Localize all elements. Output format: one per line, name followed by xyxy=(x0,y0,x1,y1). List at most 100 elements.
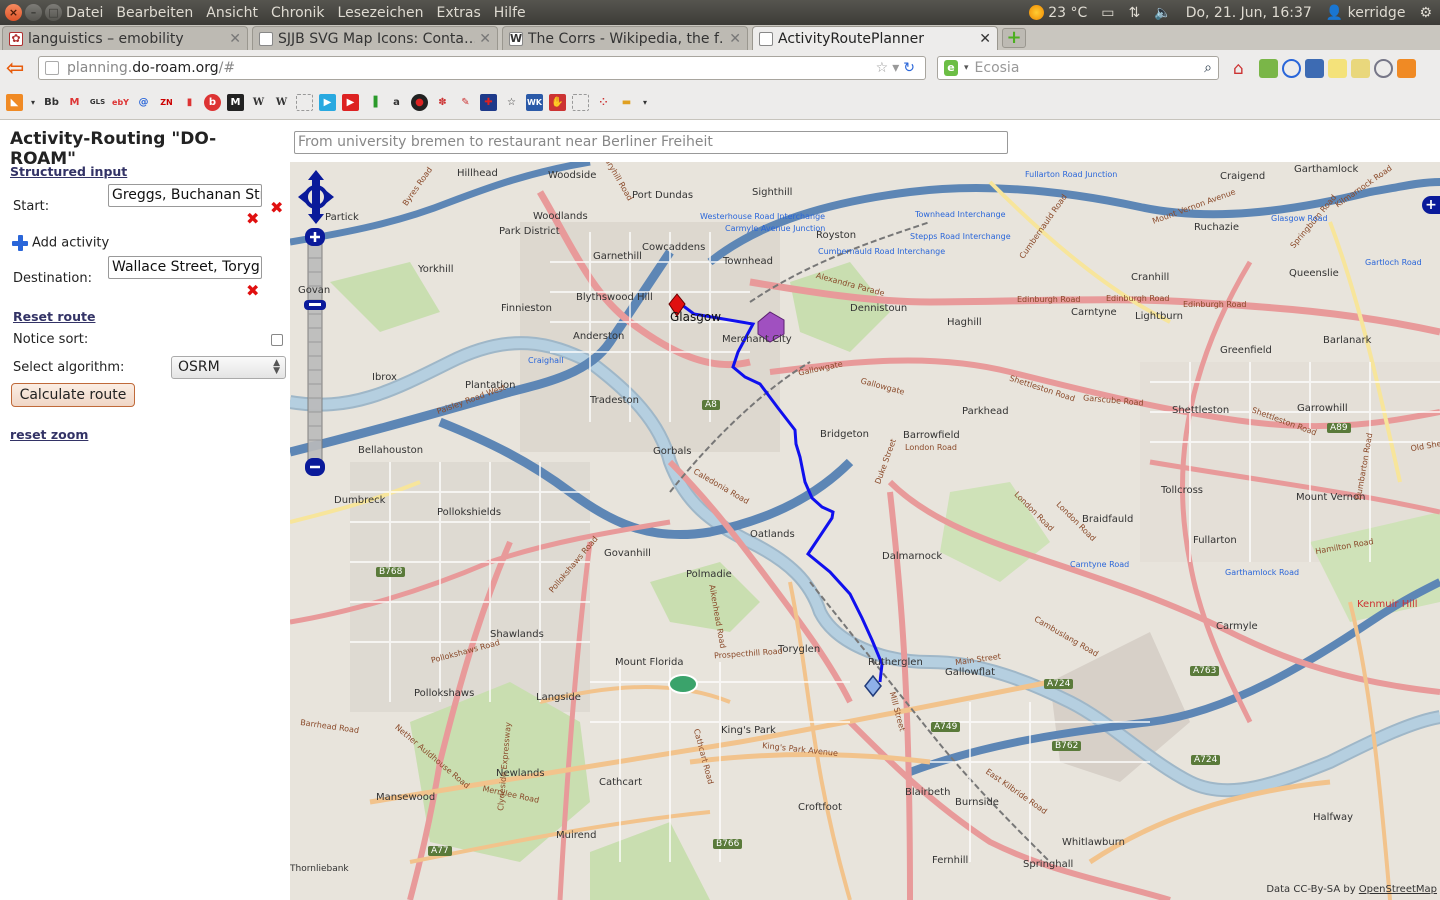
ebay-icon[interactable]: ebY xyxy=(112,94,129,111)
history-dropdown-icon[interactable]: ▾ xyxy=(892,60,903,76)
close-tab-icon[interactable]: ✕ xyxy=(729,31,741,47)
stats-icon[interactable]: ▐ xyxy=(365,94,382,111)
notice-sort-checkbox[interactable] xyxy=(271,334,283,346)
bookmark-star-icon[interactable]: ☆ xyxy=(876,60,893,76)
bookmark-hand-icon[interactable]: ✋ xyxy=(549,94,566,111)
folder-dropdown-icon[interactable]: ▾ xyxy=(641,94,649,111)
folder-icon[interactable]: ▬ xyxy=(618,94,635,111)
openstreetmap-link[interactable]: OpenStreetMap xyxy=(1359,884,1437,895)
record-icon[interactable]: ● xyxy=(411,94,428,111)
rss-bookmark-icon[interactable]: ◣ xyxy=(6,94,23,111)
clock-icon[interactable] xyxy=(1282,58,1301,78)
new-tab-button[interactable]: + xyxy=(1002,28,1026,48)
battery-icon[interactable]: ▭ xyxy=(1101,5,1114,21)
system-top-panel: × – □ Datei Bearbeiten Ansicht Chronik L… xyxy=(0,0,1440,25)
search-placeholder: Ecosia xyxy=(974,60,1020,76)
network-icon[interactable]: ⇅ xyxy=(1129,5,1141,21)
user-menu[interactable]: 👤 kerridge xyxy=(1326,5,1406,21)
wikipedia-bookmark-2-icon[interactable]: W xyxy=(273,94,290,111)
amazon-icon[interactable]: a xyxy=(388,94,405,111)
search-engine-dropdown-icon[interactable]: ▾ xyxy=(964,63,969,73)
web-icon[interactable] xyxy=(1374,58,1393,78)
calculate-route-button[interactable]: Calculate route xyxy=(11,383,135,407)
dots-icon[interactable]: ⁘ xyxy=(595,94,612,111)
zoom-slider[interactable] xyxy=(304,228,326,476)
map-place-label: Braidfauld xyxy=(1082,514,1134,525)
activity-routing-panel: Activity-Routing "DO-ROAM" Structured in… xyxy=(0,121,290,900)
minimize-window-button[interactable]: – xyxy=(25,4,42,21)
search-icon[interactable]: ⌕ xyxy=(1204,60,1212,76)
menu-ansicht[interactable]: Ansicht xyxy=(206,5,258,21)
bookmark-gls-icon[interactable]: GLS xyxy=(89,94,106,111)
reset-route-link[interactable]: Reset route xyxy=(13,309,95,324)
close-tab-icon[interactable]: ✕ xyxy=(479,31,491,47)
weather-indicator[interactable]: 23 °C xyxy=(1028,5,1087,21)
notes-icon[interactable] xyxy=(1351,58,1370,78)
bookmark-bb-icon[interactable]: Bb xyxy=(43,94,60,111)
map-view[interactable]: + Partick Hillhead Woodside Port Dundas … xyxy=(290,162,1440,900)
tab-wikipedia[interactable]: W The Corrs - Wikipedia, the f… ✕ xyxy=(502,26,748,50)
downloads-icon[interactable] xyxy=(1259,58,1278,78)
clock[interactable]: Do, 21. Jun, 16:37 xyxy=(1186,5,1312,21)
start-input[interactable]: Greggs, Buchanan Street xyxy=(108,184,262,207)
paw-icon[interactable]: ✽ xyxy=(434,94,451,111)
play-icon[interactable]: ▶ xyxy=(319,94,336,111)
wikipedia-bookmark-icon[interactable]: W xyxy=(250,94,267,111)
remove-destination-icon[interactable]: ✖ xyxy=(246,281,259,300)
bookmark-zn-icon[interactable]: ZN xyxy=(158,94,175,111)
tab-languistics[interactable]: ✿ languistics – emobility ✕ xyxy=(2,26,248,50)
map-road-shield: B766 xyxy=(713,839,743,849)
addon-icon[interactable] xyxy=(1305,58,1324,78)
query-input[interactable]: From university bremen to restaurant nea… xyxy=(294,131,1008,154)
close-tab-icon[interactable]: ✕ xyxy=(229,31,241,47)
bookmark-m-icon[interactable]: M xyxy=(227,94,244,111)
menu-extras[interactable]: Extras xyxy=(437,5,481,21)
youtube-icon[interactable]: ▶ xyxy=(342,94,359,111)
blank-page-icon[interactable] xyxy=(296,94,313,111)
blank-page-2-icon[interactable] xyxy=(572,94,589,111)
tool-icon[interactable]: ✎ xyxy=(457,94,474,111)
close-window-button[interactable]: × xyxy=(5,4,22,21)
gmail-icon[interactable]: M xyxy=(66,94,83,111)
menu-bearbeiten[interactable]: Bearbeiten xyxy=(116,5,193,21)
map-road-label: Edinburgh Road xyxy=(1183,300,1247,309)
bookmark-red-icon[interactable]: ▮ xyxy=(181,94,198,111)
algorithm-select[interactable]: OSRM ▲ ▼ xyxy=(171,356,286,379)
menu-hilfe[interactable]: Hilfe xyxy=(494,5,526,21)
search-bar[interactable]: e ▾ Ecosia ⌕ xyxy=(937,56,1219,80)
tab-activityrouteplanner[interactable]: ActivityRoutePlanner ✕ xyxy=(752,26,998,50)
remove-activity-icon[interactable]: ✖ xyxy=(270,198,283,217)
bookmark-wk-icon[interactable]: WK xyxy=(526,94,543,111)
remove-start-icon[interactable]: ✖ xyxy=(246,209,259,228)
reset-zoom-link[interactable]: reset zoom xyxy=(10,427,88,442)
add-activity-button[interactable]: Add activity xyxy=(12,235,109,251)
map-place-label: Woodlands xyxy=(533,211,588,222)
home-icon[interactable]: ⌂ xyxy=(1233,59,1255,79)
volume-icon[interactable]: 🔈 xyxy=(1154,5,1171,21)
reload-icon[interactable]: ↻ xyxy=(903,60,919,76)
close-tab-icon[interactable]: ✕ xyxy=(979,31,991,47)
page-identity-icon[interactable] xyxy=(45,61,59,75)
star-icon[interactable]: ☆ xyxy=(503,94,520,111)
destination-input[interactable]: Wallace Street, Toryglen xyxy=(108,256,262,279)
structured-input-link[interactable]: Structured input xyxy=(10,164,127,179)
rss-icon[interactable] xyxy=(1397,58,1416,78)
menu-lesezeichen[interactable]: Lesezeichen xyxy=(338,5,424,21)
maximize-window-button[interactable]: □ xyxy=(45,4,62,21)
map-place-label: Cowcaddens xyxy=(642,242,706,253)
menu-datei[interactable]: Datei xyxy=(66,5,103,21)
menu-chronik[interactable]: Chronik xyxy=(271,5,325,21)
ecosia-engine-icon[interactable]: e xyxy=(944,60,958,76)
dropdown-icon[interactable]: ▾ xyxy=(29,94,37,111)
map-place-label: Yorkhill xyxy=(418,264,454,275)
map-place-label: Gallowflat xyxy=(945,667,996,678)
note-icon[interactable] xyxy=(1328,58,1347,78)
tab-sjjb[interactable]: SJJB SVG Map Icons: Conta… ✕ xyxy=(252,26,498,50)
layer-switcher-icon[interactable]: + xyxy=(1422,196,1440,214)
url-bar[interactable]: planning. do-roam.org/# ☆▾↻ xyxy=(38,56,926,80)
spiral-icon[interactable]: @ xyxy=(135,94,152,111)
flag-icon[interactable]: ✚ xyxy=(480,94,497,111)
gear-icon[interactable]: ⚙ xyxy=(1419,5,1432,21)
bookmark-b-icon[interactable]: b xyxy=(204,94,221,111)
back-arrow-icon[interactable]: ⇦ xyxy=(6,56,30,81)
